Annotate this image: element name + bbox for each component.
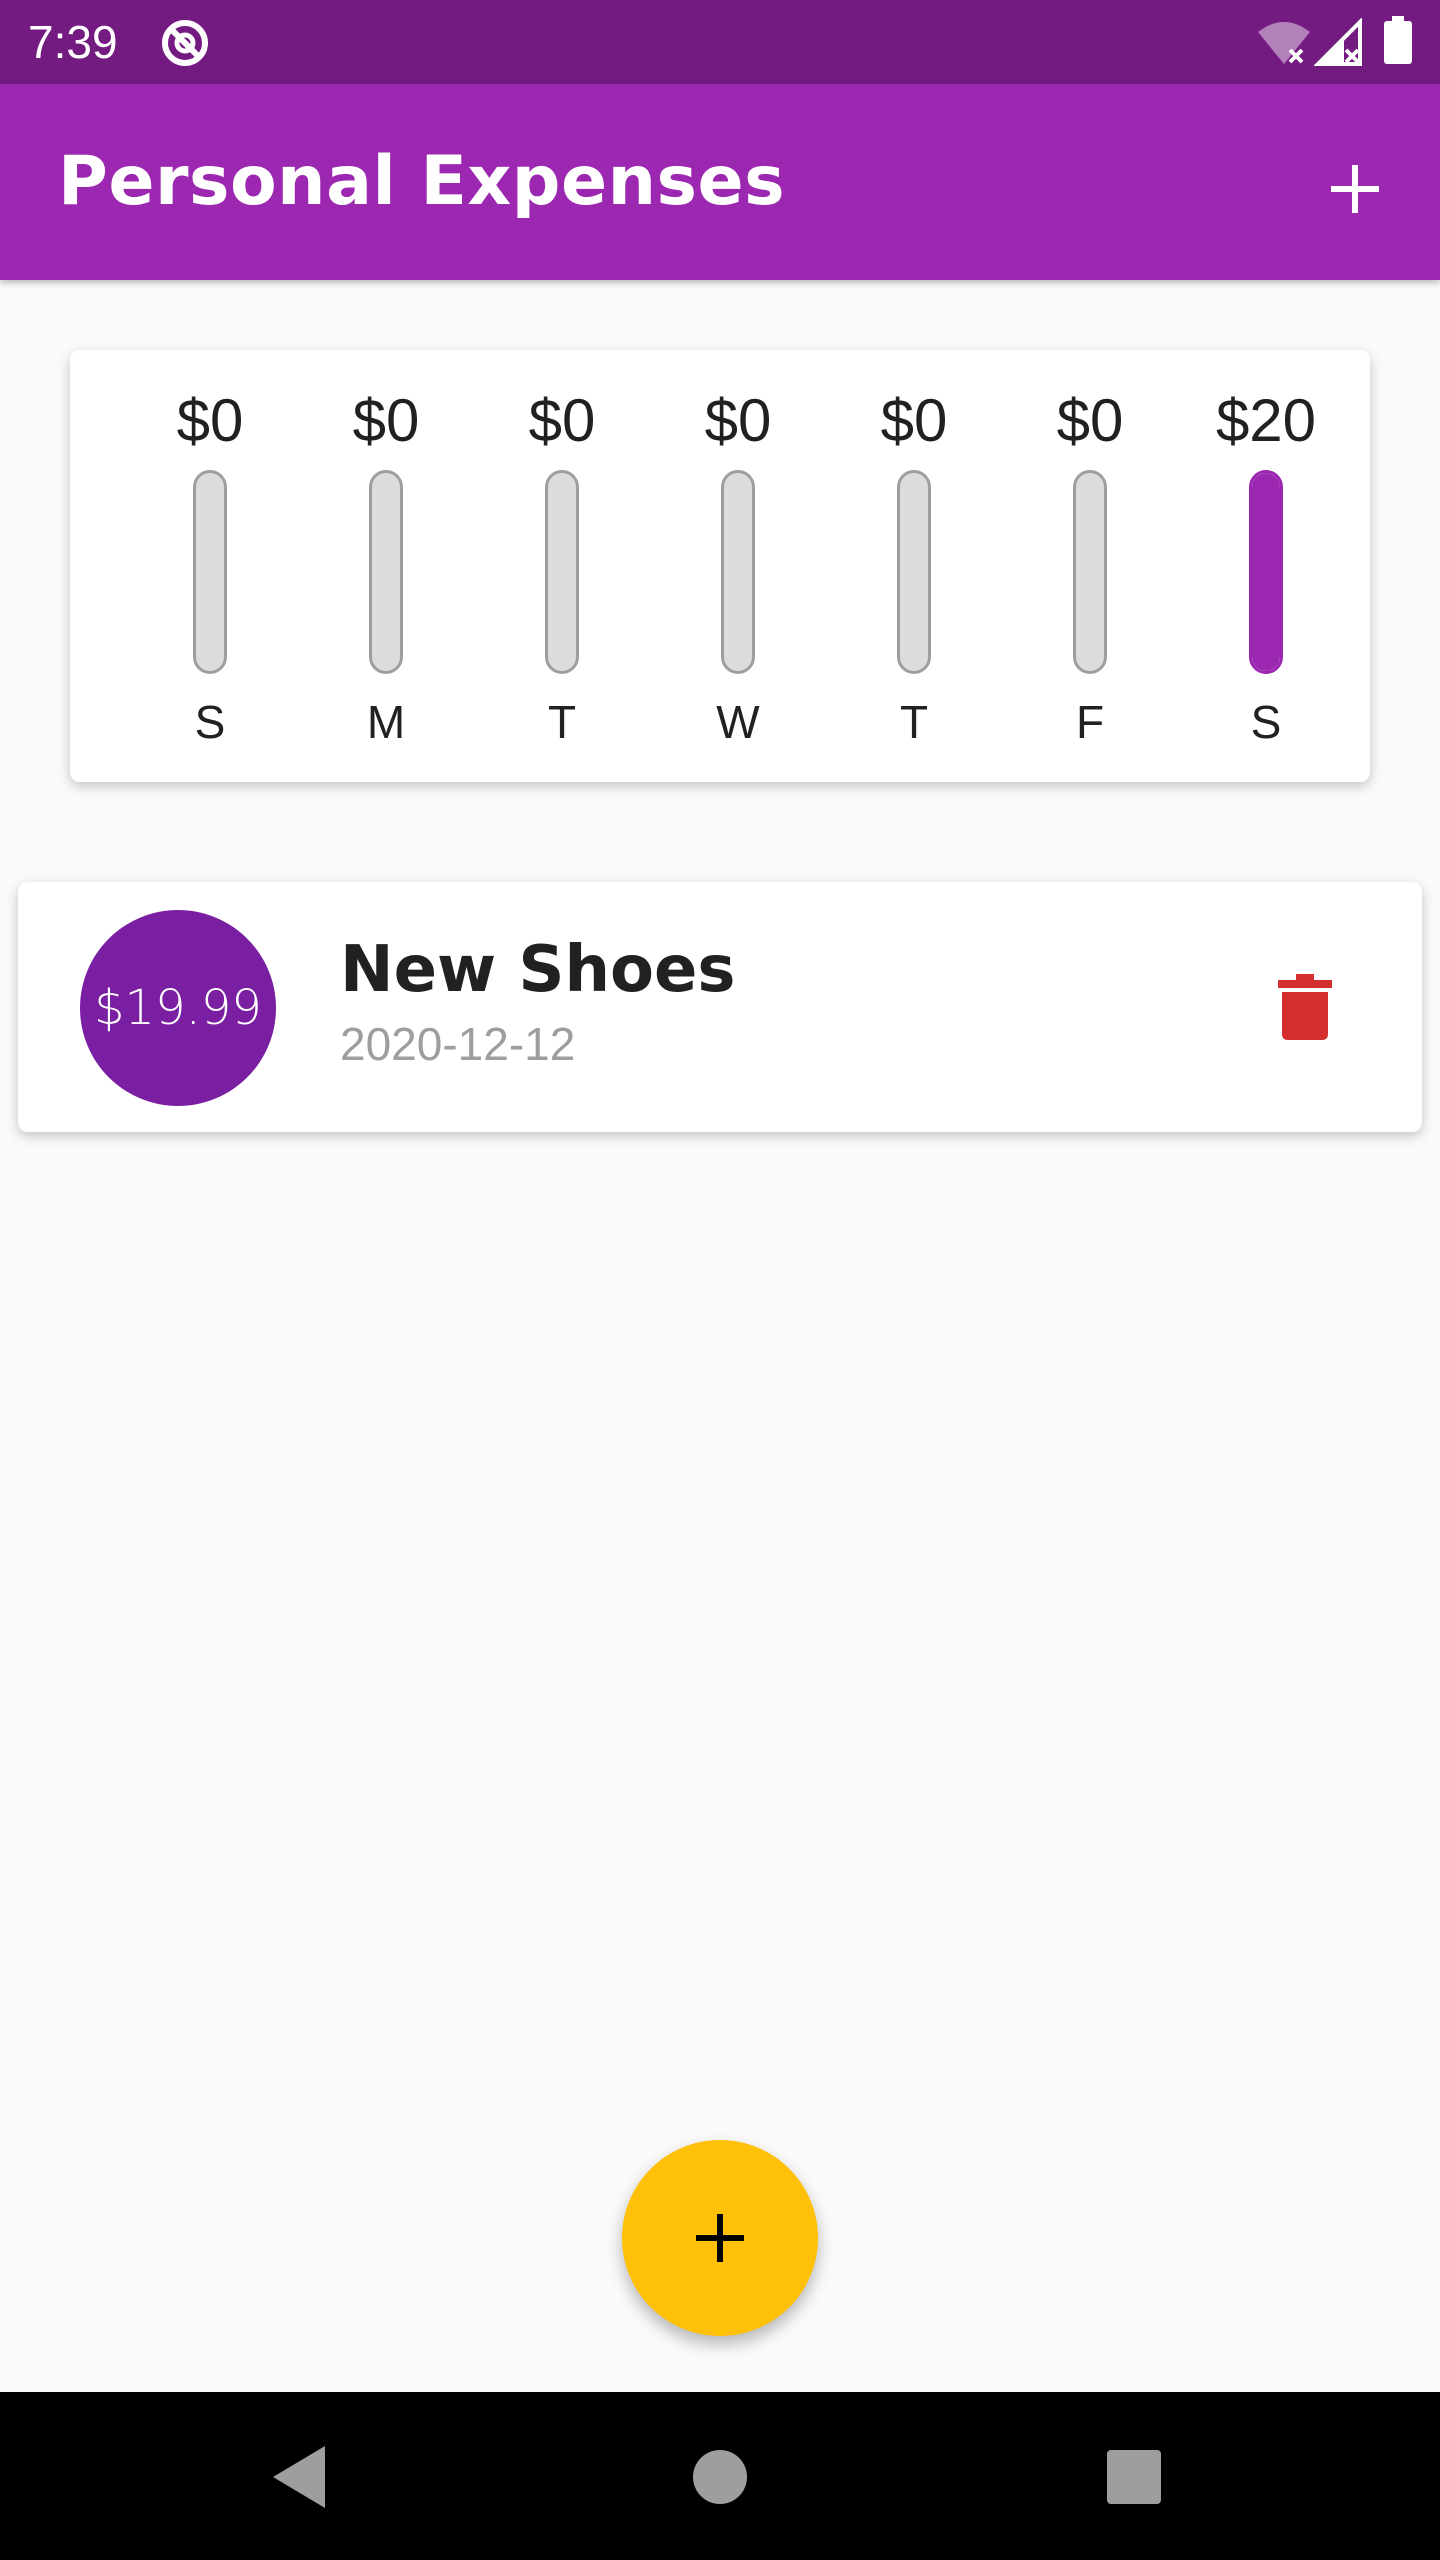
chart-column: $0 M [298, 350, 474, 782]
chart-day-label: T [547, 696, 577, 748]
chart-day-label: S [194, 696, 226, 748]
chart-column: $0 F [1002, 350, 1178, 782]
chart-bar [193, 470, 227, 674]
transaction-item: $19.99 New Shoes 2020-12-12 [18, 882, 1422, 1132]
home-icon [693, 2450, 747, 2504]
chart-amount-label: $0 [176, 387, 244, 454]
chart-day-label: S [1250, 696, 1282, 748]
battery-icon [1382, 16, 1414, 66]
amount-label: $19.99 [94, 980, 262, 1036]
add-expense-button[interactable] [1300, 134, 1410, 244]
wifi-off-icon [1256, 18, 1312, 68]
amount-avatar: $19.99 [80, 910, 276, 1106]
weekly-chart: $0 S $0 M $0 T $0 W $0 T $0 F $20 S [70, 350, 1370, 782]
chart-bar [369, 470, 403, 674]
data-saver-icon [158, 16, 212, 70]
chart-amount-label: $0 [704, 387, 772, 454]
recents-button[interactable] [1091, 2434, 1177, 2520]
chart-day-label: F [1075, 696, 1105, 748]
chart-day-label: W [716, 696, 760, 748]
chart-column: $0 W [650, 350, 826, 782]
app-title: Personal Expenses [58, 142, 786, 221]
trash-icon [1278, 974, 1332, 1040]
chart-column: $0 T [474, 350, 650, 782]
navigation-bar [0, 2392, 1440, 2560]
chart-bar [1249, 470, 1283, 674]
chart-bar [897, 470, 931, 674]
fab-add-button[interactable] [622, 2140, 818, 2336]
signal-off-icon [1313, 17, 1364, 68]
delete-button[interactable] [1240, 942, 1370, 1072]
chart-column: $0 S [122, 350, 298, 782]
chart-amount-label: $0 [352, 387, 420, 454]
status-time: 7:39 [28, 16, 118, 68]
recents-icon [1107, 2450, 1161, 2504]
chart-amount-label: $0 [880, 387, 948, 454]
back-button[interactable] [256, 2434, 342, 2520]
chart-column: $0 T [826, 350, 1002, 782]
chart-amount-label: $20 [1215, 387, 1317, 454]
plus-icon [1331, 165, 1379, 213]
app-bar: Personal Expenses [0, 84, 1440, 280]
transaction-date: 2020-12-12 [340, 1018, 576, 1070]
chart-day-label: M [366, 696, 406, 748]
plus-icon [696, 2214, 744, 2262]
chart-day-label: T [899, 696, 929, 748]
status-bar: 7:39 [0, 0, 1440, 84]
chart-amount-label: $0 [528, 387, 596, 454]
chart-bar-fill [1252, 473, 1280, 671]
back-icon [273, 2446, 325, 2508]
home-button[interactable] [677, 2434, 763, 2520]
chart-bar [1073, 470, 1107, 674]
chart-bar [545, 470, 579, 674]
chart-bar [721, 470, 755, 674]
chart-amount-label: $0 [1056, 387, 1124, 454]
chart-column: $20 S [1178, 350, 1354, 782]
transaction-title: New Shoes [340, 933, 736, 1007]
